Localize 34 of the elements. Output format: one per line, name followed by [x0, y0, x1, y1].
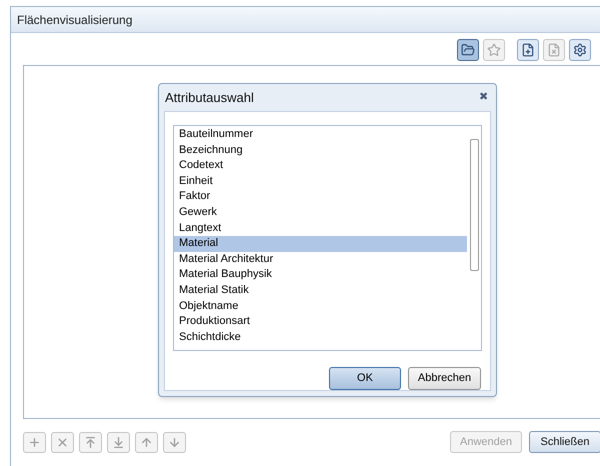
- list-item[interactable]: Material Statik: [174, 282, 467, 299]
- settings-icon: [573, 43, 587, 57]
- list-item[interactable]: Langtext: [174, 220, 467, 236]
- document-plus-icon: [521, 43, 535, 57]
- toolbar-button[interactable]: [517, 39, 539, 61]
- list-item[interactable]: Schichtdicke: [174, 330, 467, 346]
- window-title: Flächenvisualisierung: [17, 12, 132, 28]
- list-item[interactable]: Material Bauphysik: [174, 267, 467, 283]
- dialog-button[interactable]: OK: [329, 367, 401, 390]
- close-button[interactable]: ✖: [477, 89, 490, 106]
- dialog-button[interactable]: Schließen: [529, 431, 600, 453]
- arrow-up-icon: [140, 436, 153, 448]
- list-item[interactable]: Bezeichnung: [174, 142, 467, 158]
- plus-icon: [28, 436, 41, 448]
- dialog-button[interactable]: Abbrechen: [408, 367, 481, 390]
- document-x-icon: [547, 43, 561, 57]
- list-item[interactable]: Faktor: [174, 189, 467, 205]
- delete-icon: [56, 436, 69, 448]
- folder-icon: [461, 43, 475, 57]
- list-item[interactable]: Material: [174, 236, 467, 252]
- list-item[interactable]: Objektname: [174, 298, 467, 314]
- toolbar-button[interactable]: [457, 39, 479, 61]
- list-item[interactable]: Codetext: [174, 158, 467, 174]
- list-item[interactable]: Gewerk: [174, 204, 467, 221]
- list-item[interactable]: Produktionsart: [174, 314, 467, 330]
- list-item[interactable]: Material Architektur: [174, 252, 467, 268]
- arrow-up-to-line-icon: [84, 436, 97, 448]
- arrow-down-to-line-icon: [112, 436, 125, 448]
- toolbar-button[interactable]: [569, 39, 591, 61]
- star-icon: [487, 43, 501, 57]
- dialog-title: Attributauswahl: [165, 88, 254, 107]
- list-item[interactable]: Einheit: [174, 174, 467, 190]
- arrow-down-icon: [168, 436, 181, 448]
- list-item[interactable]: Bauteilnummer: [174, 127, 467, 143]
